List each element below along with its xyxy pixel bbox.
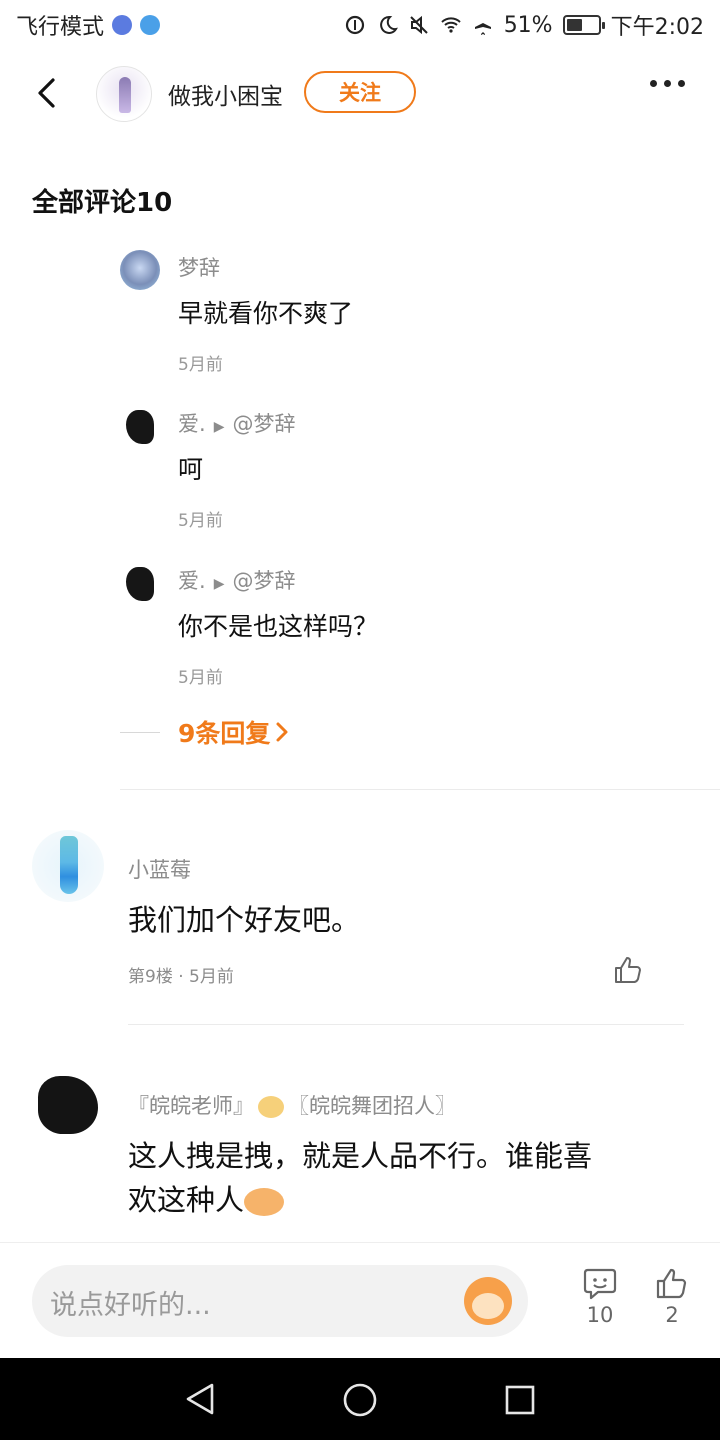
nav-recents-icon[interactable] [504, 1384, 536, 1416]
username-part: 『皖皖老师』 [128, 1094, 254, 1118]
reply-time: 5月前 [178, 511, 223, 531]
more-replies-divider [120, 731, 160, 733]
more-replies-link[interactable]: 9条回复 [120, 714, 290, 750]
back-arrow-icon[interactable] [30, 76, 64, 110]
reply-item[interactable]: 爱. ▶ @梦辞 呵 5月前 [120, 406, 680, 536]
comment-text-line: 欢这种人 [128, 1183, 245, 1217]
comment-time: 5月前 [189, 967, 234, 987]
follow-button[interactable]: 关注 [304, 71, 416, 113]
nav-back-icon[interactable] [184, 1382, 216, 1416]
thumbs-up-icon[interactable] [612, 954, 644, 986]
mute-icon [409, 15, 428, 35]
clock: 下午2:02 [610, 15, 704, 40]
airplane-mode-label: 飞行模式 [16, 15, 105, 40]
reply-username[interactable]: 梦辞 [178, 252, 220, 282]
reply-target[interactable]: @梦辞 [232, 569, 295, 593]
reply-target[interactable]: @梦辞 [232, 412, 295, 436]
reply-header: 爱. ▶ @梦辞 [178, 408, 295, 438]
reply-avatar[interactable] [120, 563, 160, 603]
comments-button[interactable]: 10 [570, 1267, 630, 1327]
reply-arrow-icon: ▶ [213, 419, 225, 435]
chevron-right-icon [276, 722, 288, 742]
airplane-icon [474, 16, 491, 35]
moon-icon [379, 15, 398, 34]
music-app-icon [112, 15, 133, 35]
reply-header: 爱. ▶ @梦辞 [178, 565, 295, 595]
comment-floor: 第9楼 [128, 967, 173, 987]
reply-text: 早就看你不爽了 [178, 299, 354, 328]
app-notification-icon [140, 15, 161, 35]
comment-text-line-2: 欢这种人 [128, 1178, 668, 1222]
author-name[interactable]: 做我小困宝 [168, 77, 283, 111]
comment-meta: 第9楼 · 5月前 [128, 962, 234, 987]
reply-username[interactable]: 爱. [178, 412, 206, 436]
status-right: 51% 下午2:02 [344, 9, 704, 41]
comment-username[interactable]: 『皖皖老师』 〖皖皖舞团招人〗 [128, 1090, 456, 1120]
like-button[interactable]: 2 [642, 1267, 702, 1327]
reply-time: 5月前 [178, 668, 223, 688]
thumbs-up-icon [656, 1268, 687, 1299]
meta-separator: · [172, 967, 190, 987]
comment-text-line: 这人拽是拽，就是人品不行。谁能喜 [128, 1139, 593, 1173]
comment-bubble-icon [583, 1268, 617, 1300]
battery-icon [562, 15, 605, 35]
wifi-icon [440, 17, 461, 33]
comment-avatar[interactable] [32, 1066, 104, 1138]
username-part: 〖皖皖舞团招人〗 [288, 1094, 456, 1118]
status-bar: 飞行模式 51% 下午2:02 [0, 0, 720, 50]
comments-title: 全部评论10 [32, 188, 173, 218]
battery-fill [566, 19, 582, 31]
comment-text: 这人拽是拽，就是人品不行。谁能喜 欢这种人 [128, 1134, 668, 1222]
reply-time: 5月前 [178, 355, 223, 375]
status-left: 飞行模式 [16, 9, 161, 41]
more-replies-label[interactable]: 9条回复 [178, 714, 270, 750]
monkey-emoji-icon [244, 1188, 285, 1216]
data-saver-icon [345, 15, 364, 35]
nav-home-icon[interactable] [342, 1382, 378, 1418]
author-avatar[interactable] [96, 66, 152, 122]
comment-input-placeholder: 说点好听的... [50, 1290, 211, 1321]
reply-item[interactable]: 梦辞 早就看你不爽了 5月前 [120, 250, 680, 380]
reply-item[interactable]: 爱. ▶ @梦辞 你不是也这样吗？ 5月前 [120, 563, 680, 693]
reply-arrow-icon: ▶ [213, 576, 225, 592]
comment-input[interactable]: 说点好听的... [32, 1265, 528, 1337]
more-options-icon[interactable] [650, 80, 685, 87]
reply-username[interactable]: 爱. [178, 569, 206, 593]
reply-avatar[interactable] [120, 250, 160, 290]
top-nav: 做我小困宝 关注 [0, 62, 720, 124]
reply-text: 你不是也这样吗？ [178, 612, 379, 641]
comment-text: 我们加个好友吧。 [128, 903, 361, 937]
reply-text: 呵 [178, 455, 204, 484]
hug-emoji-icon [258, 1096, 284, 1118]
comment-input-bar: 说点好听的... 10 2 [0, 1242, 720, 1358]
comment-divider [128, 1024, 684, 1025]
comment-username[interactable]: 小蓝莓 [128, 854, 191, 884]
comment-count: 10 [586, 1303, 614, 1327]
reply-avatar[interactable] [120, 406, 160, 446]
monkey-emoji-icon[interactable] [464, 1277, 512, 1325]
battery-percent: 51% [503, 12, 553, 38]
comment-avatar[interactable] [32, 830, 104, 902]
system-nav-bar [0, 1358, 720, 1440]
section-divider [120, 789, 720, 790]
like-count: 2 [665, 1303, 679, 1327]
